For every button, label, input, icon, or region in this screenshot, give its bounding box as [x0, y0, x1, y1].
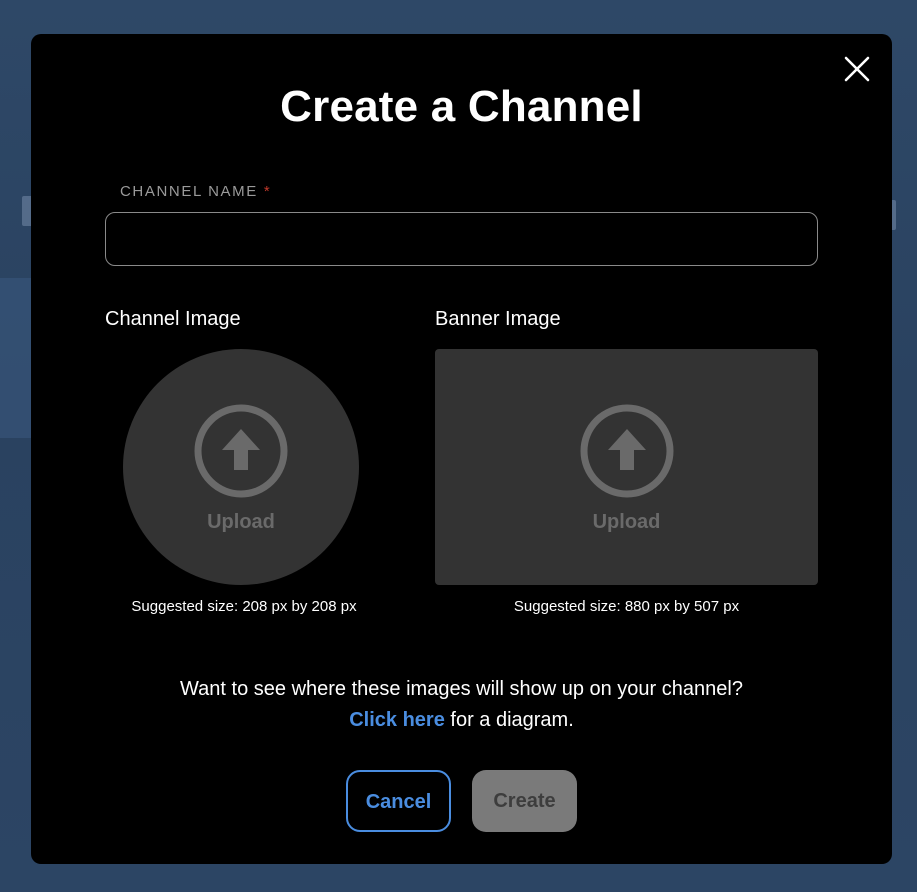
close-button[interactable] [840, 52, 874, 86]
upload-arrow-icon [194, 404, 288, 498]
channel-name-label: CHANNEL NAME * [120, 183, 271, 200]
diagram-link-line: Click here for a diagram. [31, 705, 892, 736]
dialog-title: Create a Channel [280, 82, 643, 131]
diagram-info: Want to see where these images will show… [31, 674, 892, 736]
banner-image-label: Banner Image [435, 308, 561, 330]
channel-image-size-hint: Suggested size: 208 px by 208 px [131, 598, 357, 615]
banner-image-upload[interactable]: Upload [435, 349, 818, 585]
create-button[interactable]: Create [472, 770, 577, 832]
cancel-button[interactable]: Cancel [346, 770, 451, 832]
diagram-link-suffix: for a diagram. [444, 709, 574, 731]
upload-arrow-icon [580, 404, 674, 498]
channel-name-input[interactable] [105, 212, 818, 266]
channel-name-label-text: CHANNEL NAME [120, 183, 258, 200]
close-icon [844, 56, 870, 82]
channel-image-label: Channel Image [105, 308, 241, 330]
banner-image-size-hint: Suggested size: 880 px by 507 px [513, 598, 740, 615]
banner-upload-text: Upload [592, 511, 661, 533]
channel-upload-text: Upload [207, 511, 275, 533]
diagram-link[interactable]: Click here [349, 709, 445, 731]
channel-image-upload[interactable]: Upload [123, 349, 359, 585]
diagram-question: Want to see where these images will show… [180, 678, 743, 700]
create-channel-dialog: Create a Channel CHANNEL NAME * Channel I… [31, 34, 892, 864]
required-marker: * [263, 183, 272, 200]
